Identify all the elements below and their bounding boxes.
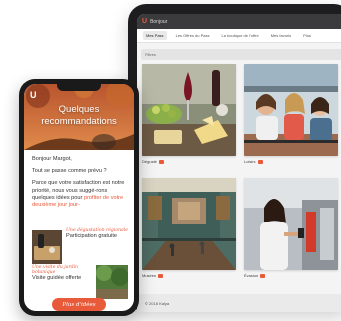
nav-item-offres[interactable]: Les Offres du Pass <box>173 31 213 40</box>
nav-item-favoris[interactable]: Mes favoris <box>268 31 294 40</box>
friends-image <box>244 64 338 156</box>
tablet-brand: Bonjour <box>150 18 168 25</box>
offer-card-musees[interactable]: Musées <box>142 178 236 278</box>
email-hero: U Quelques recommandations <box>24 84 134 150</box>
filter-bar[interactable]: Filtres <box>141 49 341 60</box>
promo-tasting[interactable]: Une dégustation régionale Participation … <box>32 226 128 264</box>
more-ideas-label: Plus d'idées <box>62 301 96 308</box>
footer-text: © 2018 Kalya <box>145 300 170 306</box>
offer-caption: Loisirs <box>244 159 338 164</box>
promo-garden-text: Une visite du jardin botanique Visite gu… <box>32 265 92 282</box>
new-badge <box>260 273 266 278</box>
main-paragraph: Parce que votre satisfaction est notre p… <box>32 180 128 209</box>
offer-photo-friends <box>244 64 338 156</box>
offer-photo-metro <box>244 178 338 270</box>
nav-item-plus[interactable]: Plus <box>300 31 314 40</box>
offer-caption: Musées <box>142 273 236 278</box>
promo-garden[interactable]: Une visite du jardin botanique Visite gu… <box>32 265 128 299</box>
status-question: Tout se passe comme prévu ? <box>32 168 107 175</box>
offer-label: Musées <box>142 273 157 278</box>
offer-label: Dégusté <box>142 159 157 164</box>
phone-notch <box>57 84 101 91</box>
tablet-logo[interactable]: U <box>142 18 147 25</box>
phone-logo: U <box>30 90 37 100</box>
filter-label: Filtres <box>145 52 156 57</box>
promo-title: Une visite du jardin botanique <box>32 265 79 276</box>
new-badge <box>158 159 164 164</box>
promo-tasting-text: Une dégustation régionale Participation … <box>66 228 128 240</box>
offer-card-evasion[interactable]: Évasion <box>244 178 338 278</box>
nav-item-mes-pass[interactable]: Mes Pass <box>143 31 167 40</box>
offer-card-degustation[interactable]: Dégusté <box>142 64 236 164</box>
phone-device: U Quelques recommandations Bonjour Margo… <box>19 79 139 316</box>
marketing-composite: U Bonjour Mes Pass Les Offres du Pass La… <box>0 0 341 321</box>
new-badge <box>158 273 164 278</box>
hero-title: Quelques recommandations <box>41 104 117 127</box>
promo-subtitle: Visite guidée offerte <box>32 275 82 282</box>
offer-card-loisirs[interactable]: Loisirs <box>244 64 338 164</box>
food-wine-image <box>142 64 236 156</box>
offer-label: Loisirs <box>244 159 256 164</box>
tablet-nav: Mes Pass Les Offres du Pass La boutique … <box>137 29 341 43</box>
offer-photo-museum <box>142 178 236 270</box>
new-badge <box>257 159 263 164</box>
promo-subtitle: Participation gratuite <box>66 233 117 240</box>
offer-caption: Évasion <box>244 273 338 278</box>
offer-photo-food <box>142 64 236 156</box>
tablet-device: U Bonjour Mes Pass Les Offres du Pass La… <box>128 4 341 312</box>
garden-image <box>96 265 128 299</box>
metro-gate-image <box>244 178 338 270</box>
greeting: Bonjour Margot, <box>32 156 72 162</box>
more-ideas-button[interactable]: Plus d'idées <box>52 298 106 311</box>
tablet-footer: © 2018 Kalya <box>137 294 341 312</box>
nav-item-boutique[interactable]: La boutique de l'offre <box>219 31 262 40</box>
tasting-image <box>32 230 62 264</box>
tablet-topbar: U Bonjour <box>137 14 341 29</box>
museum-image <box>142 178 236 270</box>
phone-screen: U Quelques recommandations Bonjour Margo… <box>24 84 134 311</box>
email-body: Bonjour Margot, Tout se passe comme prév… <box>24 150 134 209</box>
offer-caption: Dégusté <box>142 159 236 164</box>
offer-label: Évasion <box>244 273 259 278</box>
